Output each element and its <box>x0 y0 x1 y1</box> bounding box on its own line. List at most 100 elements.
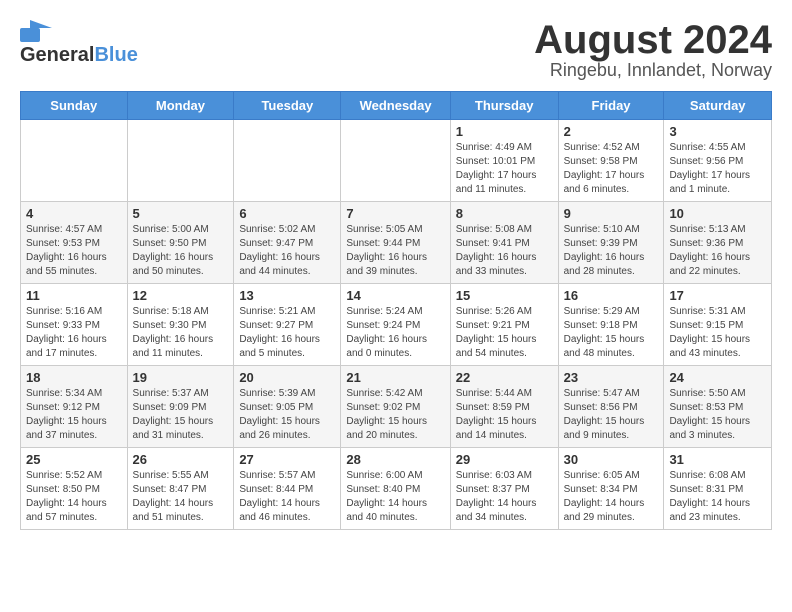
calendar-cell: 1 Sunrise: 4:49 AM Sunset: 10:01 PM Dayli… <box>450 120 558 202</box>
day-info: Sunrise: 5:05 AM Sunset: 9:44 PM Dayligh… <box>346 223 444 279</box>
calendar-cell: 27Sunrise: 5:57 AM Sunset: 8:44 PM Dayli… <box>234 448 341 530</box>
calendar-week-row: 1 Sunrise: 4:49 AM Sunset: 10:01 PM Dayli… <box>21 120 772 202</box>
day-info: Sunrise: 5:37 AM Sunset: 9:09 PM Dayligh… <box>133 387 229 443</box>
day-info: Sunrise: 5:52 AM Sunset: 8:50 PM Dayligh… <box>26 469 122 525</box>
day-header-friday: Friday <box>558 92 664 120</box>
day-header-tuesday: Tuesday <box>234 92 341 120</box>
day-number: 12 <box>133 288 229 303</box>
calendar-cell: 10 Sunrise: 5:13 AM Sunset: 9:36 PM Dayli… <box>664 202 772 284</box>
day-number: 9 <box>564 206 659 221</box>
calendar-week-row: 25 Sunrise: 5:52 AM Sunset: 8:50 PM Dayli… <box>21 448 772 530</box>
day-number: 17 <box>669 288 766 303</box>
calendar-cell: 19 Sunrise: 5:37 AM Sunset: 9:09 PM Dayli… <box>127 366 234 448</box>
calendar-cell: 14Sunrise: 5:24 AM Sunset: 9:24 PM Dayli… <box>341 284 450 366</box>
location-subtitle: Ringebu, Innlandet, Norway <box>534 60 772 81</box>
day-number: 27 <box>239 452 335 467</box>
calendar-header-row: SundayMondayTuesdayWednesdayThursdayFrid… <box>21 92 772 120</box>
day-number: 29 <box>456 452 553 467</box>
calendar-cell <box>127 120 234 202</box>
day-info: Sunrise: 6:08 AM Sunset: 8:31 PM Dayligh… <box>669 469 766 525</box>
calendar-week-row: 18 Sunrise: 5:34 AM Sunset: 9:12 PM Dayli… <box>21 366 772 448</box>
day-info: Sunrise: 5:55 AM Sunset: 8:47 PM Dayligh… <box>133 469 229 525</box>
day-number: 28 <box>346 452 444 467</box>
day-info: Sunrise: 5:39 AM Sunset: 9:05 PM Dayligh… <box>239 387 335 443</box>
day-info: Sunrise: 5:26 AM Sunset: 9:21 PM Dayligh… <box>456 305 553 361</box>
day-info: Sunrise: 4:55 AM Sunset: 9:56 PM Dayligh… <box>669 141 766 197</box>
calendar-cell: 2 Sunrise: 4:52 AM Sunset: 9:58 PM Daylig… <box>558 120 664 202</box>
day-info: Sunrise: 5:31 AM Sunset: 9:15 PM Dayligh… <box>669 305 766 361</box>
logo-general: General <box>20 44 94 66</box>
day-info: Sunrise: 5:42 AM Sunset: 9:02 PM Dayligh… <box>346 387 444 443</box>
month-year-title: August 2024 <box>534 20 772 60</box>
calendar-cell: 12 Sunrise: 5:18 AM Sunset: 9:30 PM Dayli… <box>127 284 234 366</box>
day-number: 2 <box>564 124 659 139</box>
day-info: Sunrise: 6:00 AM Sunset: 8:40 PM Dayligh… <box>346 469 444 525</box>
day-info: Sunrise: 5:29 AM Sunset: 9:18 PM Dayligh… <box>564 305 659 361</box>
calendar-cell: 25 Sunrise: 5:52 AM Sunset: 8:50 PM Dayli… <box>21 448 128 530</box>
calendar-cell: 17 Sunrise: 5:31 AM Sunset: 9:15 PM Dayli… <box>664 284 772 366</box>
calendar-cell: 31 Sunrise: 6:08 AM Sunset: 8:31 PM Dayli… <box>664 448 772 530</box>
day-number: 23 <box>564 370 659 385</box>
calendar-cell: 15Sunrise: 5:26 AM Sunset: 9:21 PM Dayli… <box>450 284 558 366</box>
day-info: Sunrise: 5:50 AM Sunset: 8:53 PM Dayligh… <box>669 387 766 443</box>
day-number: 31 <box>669 452 766 467</box>
calendar-cell: 21 Sunrise: 5:42 AM Sunset: 9:02 PM Dayli… <box>341 366 450 448</box>
calendar-cell: 6Sunrise: 5:02 AM Sunset: 9:47 PM Daylig… <box>234 202 341 284</box>
day-info: Sunrise: 5:13 AM Sunset: 9:36 PM Dayligh… <box>669 223 766 279</box>
day-info: Sunrise: 5:47 AM Sunset: 8:56 PM Dayligh… <box>564 387 659 443</box>
day-number: 5 <box>133 206 229 221</box>
calendar-cell: 24Sunrise: 5:50 AM Sunset: 8:53 PM Dayli… <box>664 366 772 448</box>
calendar-cell: 30Sunrise: 6:05 AM Sunset: 8:34 PM Dayli… <box>558 448 664 530</box>
calendar-cell <box>21 120 128 202</box>
day-number: 21 <box>346 370 444 385</box>
day-info: Sunrise: 5:00 AM Sunset: 9:50 PM Dayligh… <box>133 223 229 279</box>
day-info: Sunrise: 5:24 AM Sunset: 9:24 PM Dayligh… <box>346 305 444 361</box>
day-info: Sunrise: 5:34 AM Sunset: 9:12 PM Dayligh… <box>26 387 122 443</box>
day-info: Sunrise: 4:49 AM Sunset: 10:01 PM Daylig… <box>456 141 553 197</box>
day-number: 4 <box>26 206 122 221</box>
day-header-monday: Monday <box>127 92 234 120</box>
calendar-cell: 11 Sunrise: 5:16 AM Sunset: 9:33 PM Dayli… <box>21 284 128 366</box>
calendar-cell: 5 Sunrise: 5:00 AM Sunset: 9:50 PM Daylig… <box>127 202 234 284</box>
calendar-cell: 18 Sunrise: 5:34 AM Sunset: 9:12 PM Dayli… <box>21 366 128 448</box>
day-info: Sunrise: 5:18 AM Sunset: 9:30 PM Dayligh… <box>133 305 229 361</box>
day-header-wednesday: Wednesday <box>341 92 450 120</box>
day-number: 3 <box>669 124 766 139</box>
day-header-saturday: Saturday <box>664 92 772 120</box>
calendar-cell: 13Sunrise: 5:21 AM Sunset: 9:27 PM Dayli… <box>234 284 341 366</box>
day-number: 8 <box>456 206 553 221</box>
day-number: 10 <box>669 206 766 221</box>
day-info: Sunrise: 5:16 AM Sunset: 9:33 PM Dayligh… <box>26 305 122 361</box>
day-number: 7 <box>346 206 444 221</box>
header: GeneralBlue August 2024 Ringebu, Innland… <box>20 20 772 81</box>
day-info: Sunrise: 4:57 AM Sunset: 9:53 PM Dayligh… <box>26 223 122 279</box>
day-number: 1 <box>456 124 553 139</box>
day-header-thursday: Thursday <box>450 92 558 120</box>
calendar-cell: 29 Sunrise: 6:03 AM Sunset: 8:37 PM Dayli… <box>450 448 558 530</box>
day-info: Sunrise: 4:52 AM Sunset: 9:58 PM Dayligh… <box>564 141 659 197</box>
day-number: 30 <box>564 452 659 467</box>
calendar-cell: 20Sunrise: 5:39 AM Sunset: 9:05 PM Dayli… <box>234 366 341 448</box>
calendar-cell: 16 Sunrise: 5:29 AM Sunset: 9:18 PM Dayli… <box>558 284 664 366</box>
calendar-cell: 9Sunrise: 5:10 AM Sunset: 9:39 PM Daylig… <box>558 202 664 284</box>
calendar-cell: 26 Sunrise: 5:55 AM Sunset: 8:47 PM Dayli… <box>127 448 234 530</box>
calendar-cell: 7 Sunrise: 5:05 AM Sunset: 9:44 PM Daylig… <box>341 202 450 284</box>
calendar-week-row: 4 Sunrise: 4:57 AM Sunset: 9:53 PM Daylig… <box>21 202 772 284</box>
day-info: Sunrise: 6:03 AM Sunset: 8:37 PM Dayligh… <box>456 469 553 525</box>
day-number: 16 <box>564 288 659 303</box>
calendar-week-row: 11 Sunrise: 5:16 AM Sunset: 9:33 PM Dayli… <box>21 284 772 366</box>
calendar-table: SundayMondayTuesdayWednesdayThursdayFrid… <box>20 91 772 530</box>
calendar-cell: 23 Sunrise: 5:47 AM Sunset: 8:56 PM Dayli… <box>558 366 664 448</box>
day-info: Sunrise: 5:44 AM Sunset: 8:59 PM Dayligh… <box>456 387 553 443</box>
day-number: 26 <box>133 452 229 467</box>
day-info: Sunrise: 5:08 AM Sunset: 9:41 PM Dayligh… <box>456 223 553 279</box>
day-number: 11 <box>26 288 122 303</box>
logo: GeneralBlue <box>20 20 138 67</box>
day-header-sunday: Sunday <box>21 92 128 120</box>
day-number: 25 <box>26 452 122 467</box>
day-number: 18 <box>26 370 122 385</box>
calendar-cell: 8 Sunrise: 5:08 AM Sunset: 9:41 PM Daylig… <box>450 202 558 284</box>
logo-blue: Blue <box>94 44 137 66</box>
day-number: 19 <box>133 370 229 385</box>
calendar-cell: 3 Sunrise: 4:55 AM Sunset: 9:56 PM Daylig… <box>664 120 772 202</box>
